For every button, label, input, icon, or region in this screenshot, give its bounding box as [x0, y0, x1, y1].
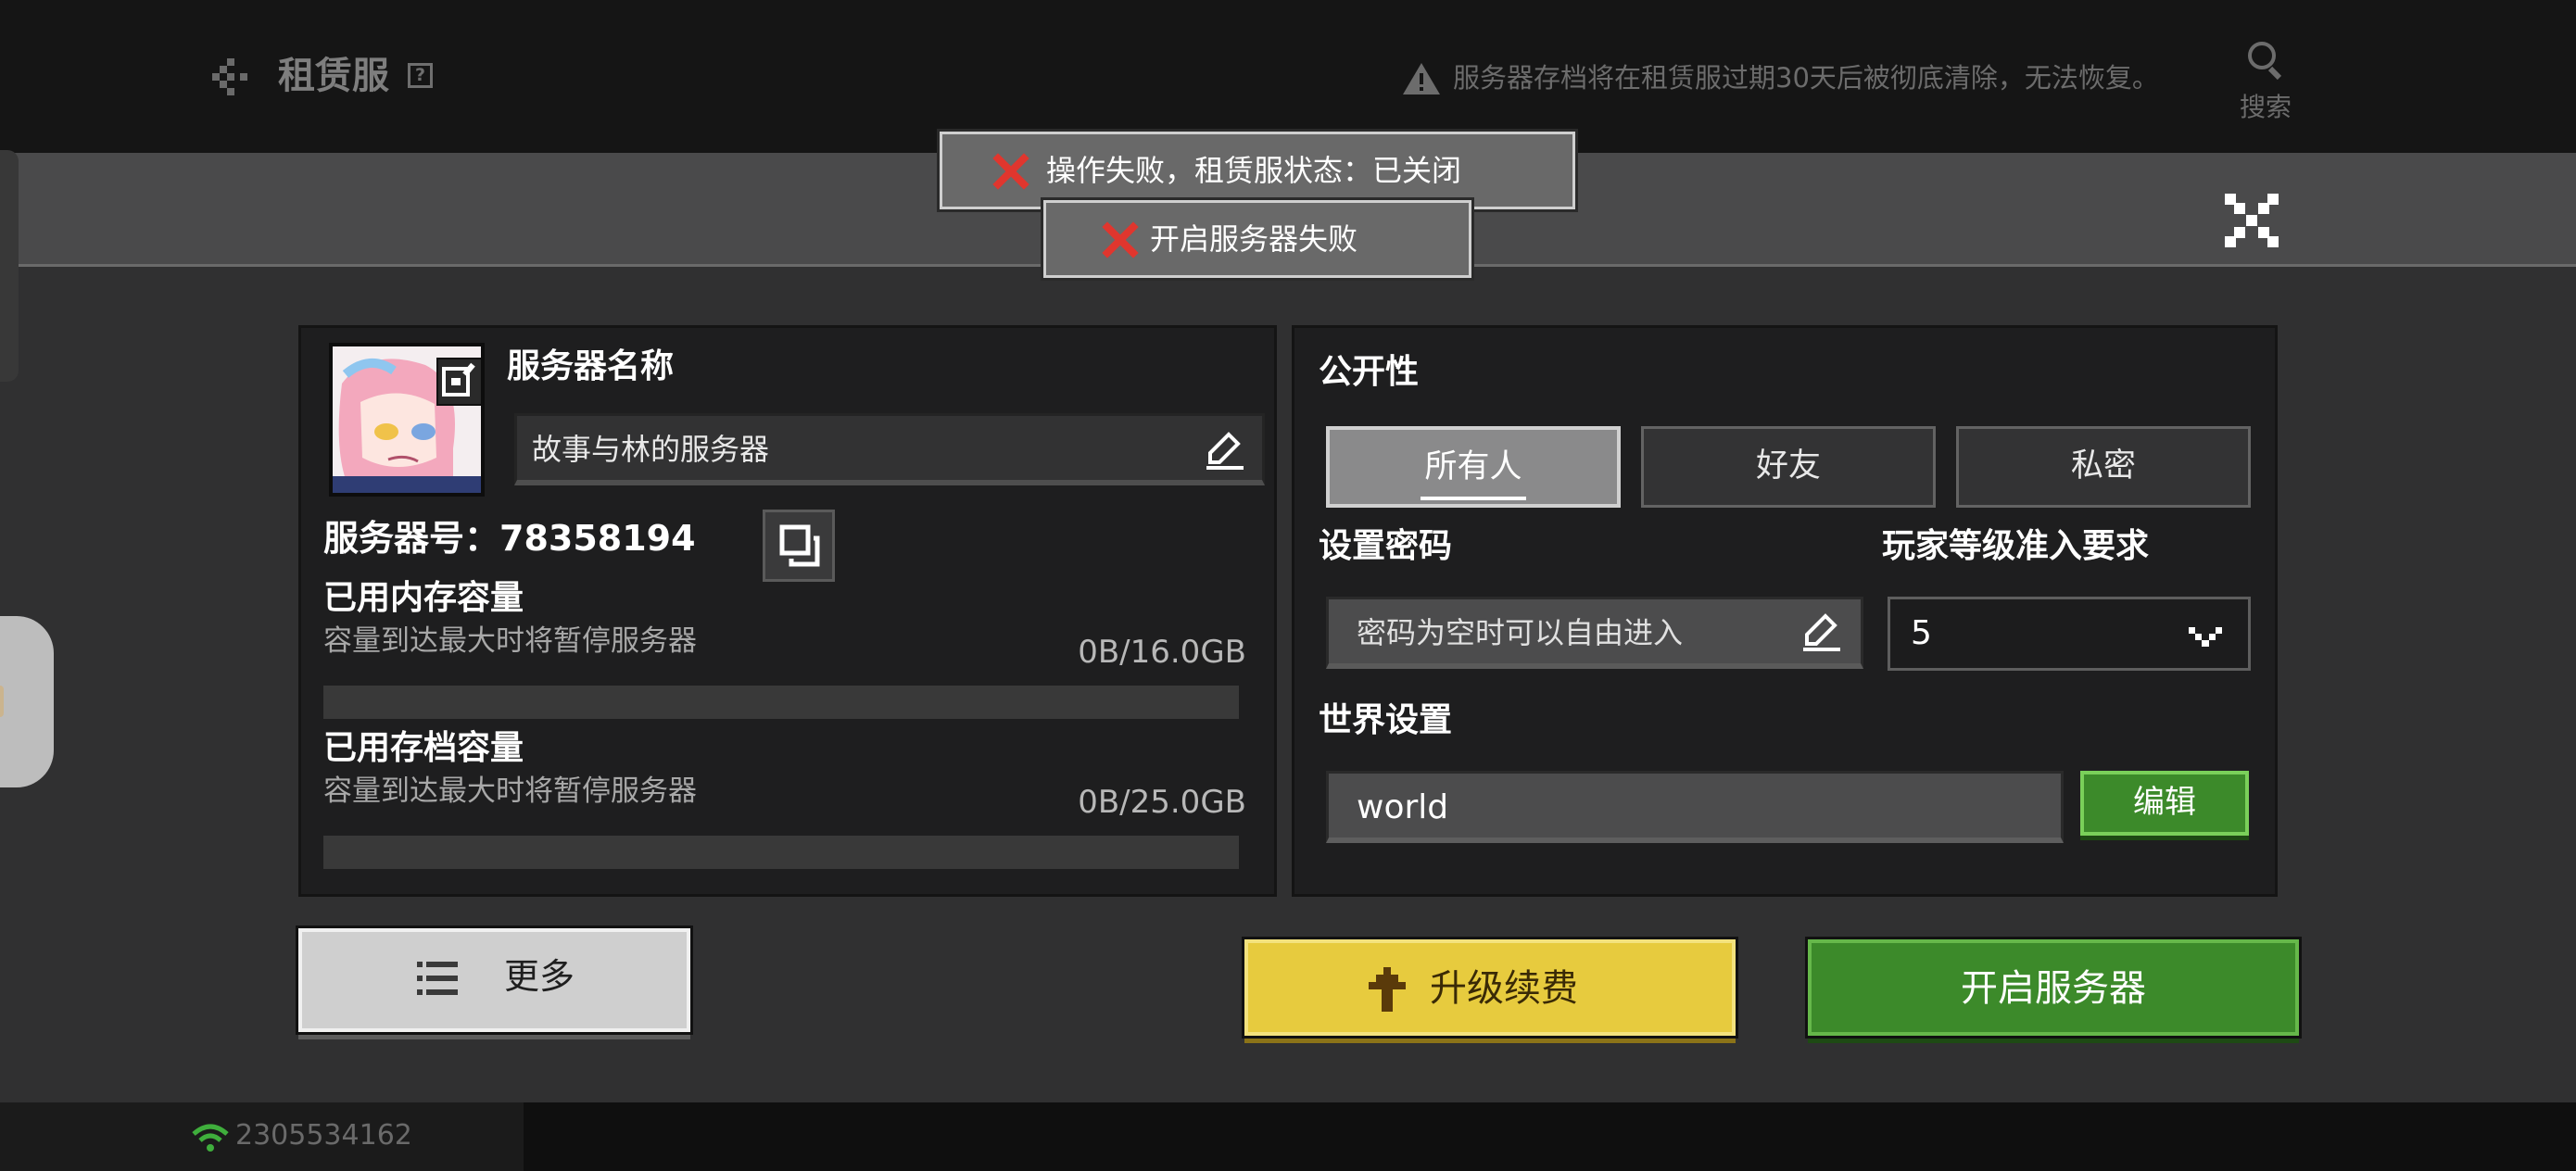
visibility-option-everyone[interactable]: 所有人: [1326, 426, 1621, 508]
search-icon: [2245, 39, 2288, 82]
server-settings-panel: 公开性 所有人 好友 私密 设置密码 密码为空时可以自由进入 玩家等级准入要求 …: [1292, 325, 2278, 897]
search-label: 搜索: [2239, 92, 2292, 122]
visibility-option-private[interactable]: 私密: [1956, 426, 2251, 508]
back-arrow-icon[interactable]: [199, 51, 255, 103]
storage-usage-bar: [323, 836, 1239, 869]
upgrade-renew-button[interactable]: 升级续费: [1244, 939, 1736, 1036]
error-x-icon: [992, 153, 1029, 190]
storage-usage-title: 已用存档容量: [323, 729, 524, 767]
chevron-down-icon: [2185, 616, 2226, 653]
wifi-icon: [191, 1123, 230, 1152]
memory-usage-value: 0B/16.0GB: [1078, 634, 1246, 671]
start-server-label: 开启服务器: [1961, 967, 2146, 1010]
start-server-button[interactable]: 开启服务器: [1808, 939, 2299, 1036]
toast-start-failed: 开启服务器失败: [1043, 200, 1471, 278]
server-info-panel: 服务器名称 故事与林的服务器 服务器号：78358194 已用内存容量 容量到达…: [298, 325, 1277, 897]
more-button[interactable]: 更多: [298, 928, 690, 1032]
visibility-label: 公开性: [1319, 353, 1420, 391]
close-icon[interactable]: [2221, 190, 2282, 251]
password-label: 设置密码: [1319, 527, 1453, 565]
server-name-field[interactable]: 故事与林的服务器: [514, 413, 1265, 485]
password-placeholder: 密码为空时可以自由进入: [1357, 615, 1684, 650]
world-name-value: world: [1357, 788, 1449, 826]
error-x-icon: [1102, 221, 1139, 258]
background-item-peek: [0, 616, 54, 787]
storage-usage-value: 0B/25.0GB: [1078, 784, 1246, 821]
toast-operation-failed: 操作失败，租赁服状态：已关闭: [940, 132, 1575, 209]
up-arrow-icon: [1367, 965, 1408, 1014]
page-title: 租赁服: [278, 55, 389, 97]
warning-icon: [1401, 61, 1442, 96]
background-item-peek-detail: [0, 686, 4, 717]
server-settings-dialog: 服务器名称 故事与林的服务器 服务器号：78358194 已用内存容量 容量到达…: [0, 153, 2576, 1102]
server-name-value: 故事与林的服务器: [532, 432, 770, 467]
bottom-status-bar: 2305534162: [0, 1102, 2576, 1171]
memory-usage-hint: 容量到达最大时将暂停服务器: [323, 624, 697, 658]
pencil-icon[interactable]: [1801, 611, 1842, 651]
account-id: 2305534162: [235, 1119, 412, 1152]
edit-avatar-icon: [442, 362, 475, 397]
world-settings-label: 世界设置: [1319, 701, 1453, 739]
background-card-peek: [0, 150, 19, 382]
world-edit-button[interactable]: 编辑: [2080, 771, 2249, 836]
upgrade-renew-label: 升级续费: [1430, 967, 1578, 1010]
toast-message: 操作失败，租赁服状态：已关闭: [1046, 153, 1462, 188]
list-icon: [417, 958, 458, 999]
player-level-value: 5: [1911, 614, 1932, 652]
pencil-icon[interactable]: [1205, 429, 1245, 470]
memory-usage-title: 已用内存容量: [323, 579, 524, 617]
world-name-field: world: [1326, 771, 2064, 843]
server-id-label: 服务器号：78358194: [323, 518, 696, 559]
password-field[interactable]: 密码为空时可以自由进入: [1326, 597, 1863, 669]
memory-usage-bar: [323, 686, 1239, 719]
player-level-label: 玩家等级准入要求: [1882, 527, 2150, 565]
help-icon[interactable]: ?: [408, 63, 433, 88]
search-button[interactable]: 搜索: [2229, 35, 2303, 128]
toast-message: 开启服务器失败: [1150, 221, 1358, 257]
visibility-option-friends[interactable]: 好友: [1641, 426, 1936, 508]
storage-usage-hint: 容量到达最大时将暂停服务器: [323, 774, 697, 808]
server-name-label: 服务器名称: [507, 347, 675, 385]
server-avatar[interactable]: [329, 343, 485, 497]
expiry-warning-text: 服务器存档将在租赁服过期30天后被彻底清除，无法恢复。: [1453, 62, 2159, 94]
top-bar: 租赁服 ? 服务器存档将在租赁服过期30天后被彻底清除，无法恢复。 搜索: [0, 0, 2576, 153]
copy-id-button[interactable]: [763, 510, 835, 582]
player-level-select[interactable]: 5: [1888, 597, 2251, 671]
edit-avatar-button[interactable]: [436, 358, 481, 406]
copy-icon: [779, 524, 820, 567]
more-label: 更多: [504, 956, 575, 997]
